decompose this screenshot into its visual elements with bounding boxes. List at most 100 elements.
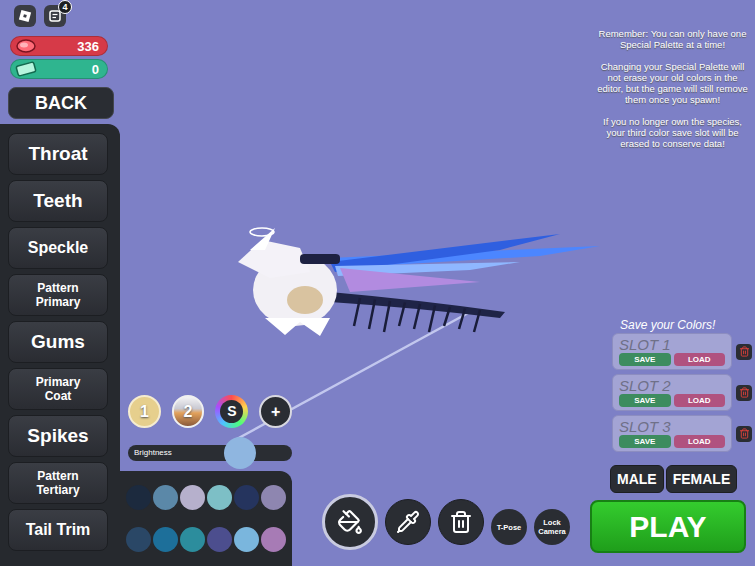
delete-slot-button[interactable] [736, 426, 752, 442]
color-swatch[interactable] [234, 485, 259, 510]
play-button[interactable]: PLAY [590, 500, 746, 553]
body-part-label: Throat [28, 140, 87, 169]
tool-bar: T-Pose Lock Camera [322, 393, 570, 566]
palette-button[interactable]: + [259, 395, 292, 428]
body-part-button[interactable]: Throat [8, 133, 108, 175]
load-button[interactable]: LOAD [674, 353, 726, 366]
chat-menu[interactable]: 4 [44, 5, 66, 27]
save-button[interactable]: SAVE [619, 435, 671, 448]
palette-button[interactable]: S [215, 395, 248, 428]
ticket-icon [15, 61, 37, 77]
palette-label: 2 [184, 400, 193, 424]
currency-pill: 336 [10, 36, 108, 56]
creature-icon [120, 0, 590, 393]
brightness-label: Brightness [134, 449, 172, 457]
palette-button[interactable]: 2 [172, 395, 205, 428]
body-part-button[interactable]: Speckle [8, 227, 108, 269]
meat-icon [15, 38, 37, 54]
body-part-label: Primary Coat [22, 375, 94, 403]
color-editor-screen: 4 336 0 BACK Throat Teeth Speckle Pattern Prima… [0, 0, 755, 566]
save-section: Save your Colors!SLOT 1SAVELOADSLOT 2SAV… [590, 318, 755, 452]
save-button[interactable]: SAVE [619, 353, 671, 366]
color-swatch[interactable] [261, 527, 286, 552]
body-part-button[interactable]: Pattern Primary [8, 274, 108, 316]
gender-button[interactable]: MALE [610, 465, 664, 493]
toggle-label: Lock Camera [536, 518, 568, 536]
color-swatch[interactable] [180, 527, 205, 552]
toggle-label: T-Pose [497, 523, 522, 532]
roblox-logo-icon [18, 9, 32, 23]
color-swatch[interactable] [234, 527, 259, 552]
notification-badge: 4 [58, 0, 72, 14]
notice-paragraph: Remember: You can only have one Special … [597, 28, 748, 50]
save-slot: SLOT 3SAVELOAD [612, 415, 732, 452]
body-part-button[interactable]: Spikes [8, 415, 108, 457]
paint-bucket-icon [337, 509, 363, 535]
palette-row: 12 S + [120, 393, 292, 428]
load-button[interactable]: LOAD [674, 394, 726, 407]
body-part-label: Tail Trim [26, 518, 91, 542]
delete-slot-button[interactable] [736, 385, 752, 401]
save-slot-row: SLOT 2SAVELOAD [612, 374, 755, 411]
left-column: 4 336 0 BACK Throat Teeth Speckle Pattern Prima… [0, 0, 120, 566]
slot-label: SLOT 3 [619, 418, 725, 435]
body-part-button[interactable]: Pattern Tertiary [8, 462, 108, 504]
color-swatch[interactable] [180, 485, 205, 510]
currency-value: 336 [77, 40, 99, 53]
body-part-button[interactable]: Gums [8, 321, 108, 363]
toggle-button[interactable]: T-Pose [491, 509, 527, 545]
center-column: 12 S + Brightness T-Pose Lock Camera [120, 0, 590, 566]
save-slot-row: SLOT 1SAVELOAD [612, 333, 755, 370]
color-swatch[interactable] [207, 485, 232, 510]
brightness-slider[interactable]: Brightness [128, 445, 292, 461]
body-part-label: Speckle [28, 236, 88, 260]
body-part-label: Spikes [27, 422, 88, 451]
gender-row: MALEFEMALE [610, 465, 755, 493]
gender-button[interactable]: FEMALE [666, 465, 738, 493]
body-part-label: Pattern Primary [22, 281, 94, 309]
right-column: Remember: You can only have one Special … [590, 0, 755, 566]
body-part-button[interactable]: Primary Coat [8, 368, 108, 410]
bottom-strip: 12 S + Brightness T-Pose Lock Camera [120, 393, 590, 566]
currency-value: 0 [92, 63, 99, 76]
color-swatch[interactable] [261, 485, 286, 510]
palette-button[interactable]: 1 [128, 395, 161, 428]
color-panel: 12 S + Brightness [120, 393, 292, 566]
slot-label: SLOT 1 [619, 336, 725, 353]
color-swatch[interactable] [153, 485, 178, 510]
notice-text: Remember: You can only have one Special … [590, 0, 755, 149]
top-icons: 4 [0, 5, 120, 27]
toggle-button[interactable]: Lock Camera [534, 509, 570, 545]
creature-viewport[interactable] [120, 0, 590, 393]
body-part-button[interactable]: Teeth [8, 180, 108, 222]
save-title: Save your Colors! [612, 318, 755, 333]
swatch-panel [120, 471, 292, 566]
brightness-knob[interactable] [224, 437, 256, 469]
save-slot: SLOT 1SAVELOAD [612, 333, 732, 370]
save-button[interactable]: SAVE [619, 394, 671, 407]
body-part-label: Pattern Tertiary [22, 469, 94, 497]
color-swatch[interactable] [207, 527, 232, 552]
body-part-button[interactable]: Tail Trim [8, 509, 108, 551]
palette-label: S [220, 400, 243, 423]
delete-slot-button[interactable] [736, 344, 752, 360]
notice-paragraph: Changing your Special Palette will not e… [597, 61, 748, 105]
back-button[interactable]: BACK [8, 87, 114, 119]
notice-paragraph: If you no longer own the species, your t… [597, 116, 748, 149]
slot-label: SLOT 2 [619, 377, 725, 394]
eyedropper-icon [396, 510, 420, 534]
trash-icon [739, 387, 750, 398]
body-part-panel: Throat Teeth Speckle Pattern Primary Gums Pri… [0, 124, 120, 566]
save-slot-row: SLOT 3SAVELOAD [612, 415, 755, 452]
save-slot: SLOT 2SAVELOAD [612, 374, 732, 411]
trash-tool[interactable] [438, 499, 484, 545]
roblox-menu[interactable] [14, 5, 36, 27]
load-button[interactable]: LOAD [674, 435, 726, 448]
trash-icon [739, 346, 750, 357]
color-swatch[interactable] [126, 485, 151, 510]
color-swatch[interactable] [126, 527, 151, 552]
eyedropper-tool[interactable] [385, 499, 431, 545]
bucket-tool[interactable] [322, 494, 378, 550]
trash-icon [449, 510, 473, 534]
color-swatch[interactable] [153, 527, 178, 552]
